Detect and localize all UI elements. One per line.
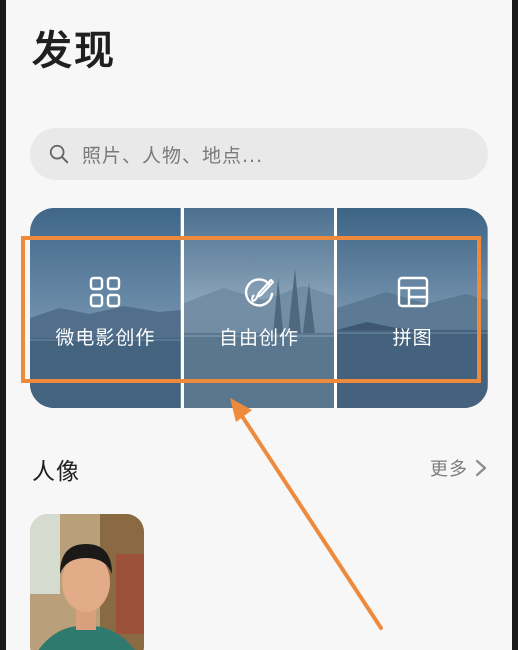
portrait-thumbnail[interactable] (30, 514, 144, 650)
portrait-image (30, 514, 144, 650)
search-placeholder: 照片、人物、地点... (82, 144, 264, 167)
section-title-people: 人像 (32, 459, 80, 485)
chevron-right-icon (475, 459, 487, 477)
search-bar[interactable]: 照片、人物、地点... (30, 128, 488, 180)
more-label: 更多 (430, 459, 468, 480)
more-link[interactable]: 更多 (430, 455, 488, 481)
highlight-box (21, 236, 481, 383)
search-icon (49, 144, 69, 164)
page-title: 发现 (32, 28, 116, 74)
